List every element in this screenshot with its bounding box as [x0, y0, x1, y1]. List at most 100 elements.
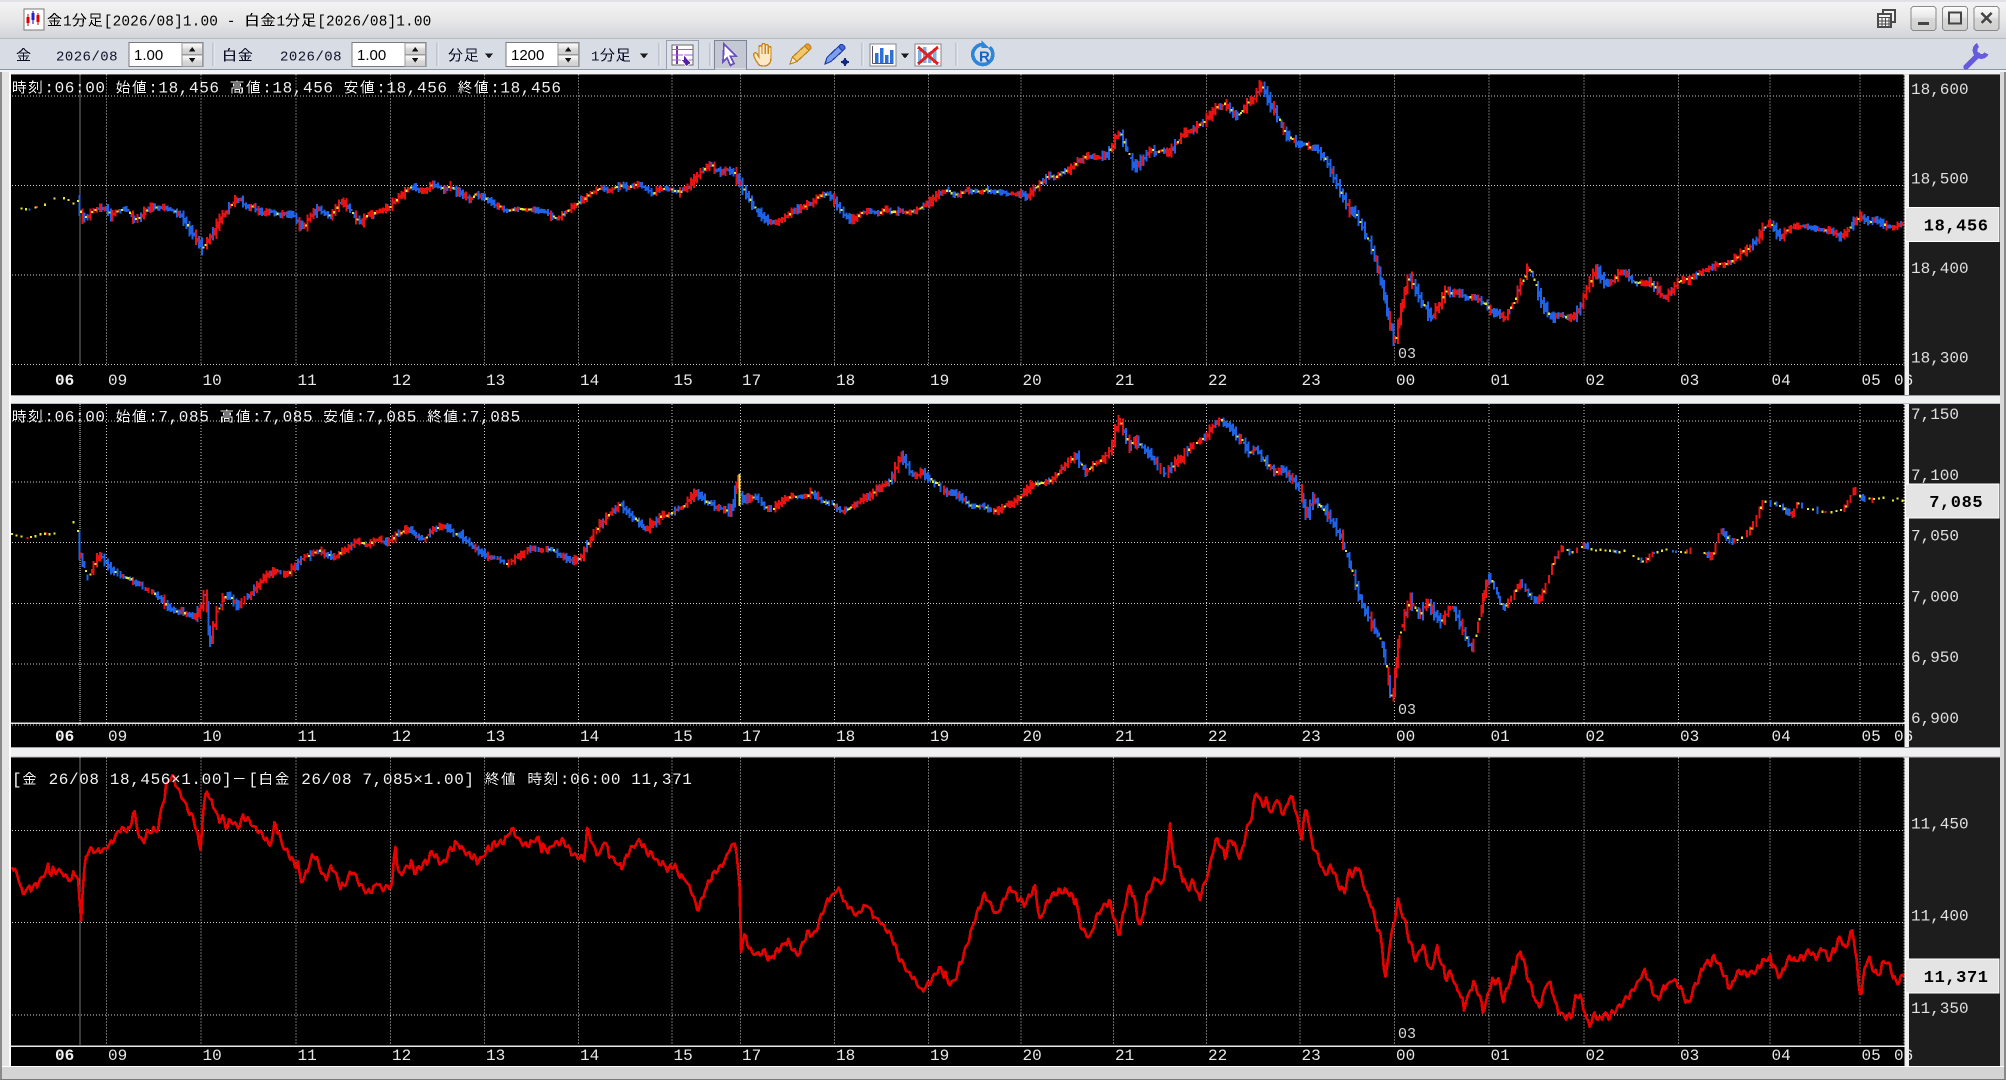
svg-text::18,456: :18,456 — [262, 80, 344, 98]
svg-text:7,085: 7,085 — [1929, 494, 1983, 513]
svg-text:19: 19 — [930, 728, 949, 746]
svg-text:6,950: 6,950 — [1911, 649, 1959, 667]
svg-text:1.00: 1.00 — [357, 47, 386, 64]
svg-text:01: 01 — [1491, 1047, 1510, 1065]
svg-text:7,100: 7,100 — [1911, 467, 1959, 485]
svg-text:05: 05 — [1862, 728, 1881, 746]
svg-text:06: 06 — [55, 1047, 74, 1065]
svg-text:23: 23 — [1302, 372, 1321, 390]
svg-text:[2026/08]1.00: [2026/08]1.00 — [317, 15, 431, 31]
svg-text:02: 02 — [1586, 372, 1605, 390]
svg-text:6,900: 6,900 — [1911, 710, 1959, 728]
svg-text:17: 17 — [742, 1047, 761, 1065]
svg-text:06: 06 — [1894, 728, 1913, 746]
svg-text:18,400: 18,400 — [1911, 260, 1969, 278]
svg-text:18: 18 — [836, 1047, 855, 1065]
svg-text:03: 03 — [1398, 346, 1416, 363]
svg-text:11,350: 11,350 — [1911, 1000, 1969, 1018]
svg-text:12: 12 — [392, 1047, 411, 1065]
svg-text:18,600: 18,600 — [1911, 81, 1969, 99]
svg-text:22: 22 — [1208, 728, 1227, 746]
svg-text:1: 1 — [277, 15, 286, 31]
svg-text:[2026/08]1.00 -: [2026/08]1.00 - — [104, 15, 245, 31]
svg-text:1: 1 — [63, 15, 72, 31]
svg-text:7,000: 7,000 — [1911, 588, 1959, 606]
svg-text:19: 19 — [930, 1047, 949, 1065]
svg-text:11: 11 — [298, 372, 317, 390]
svg-text:03: 03 — [1680, 372, 1699, 390]
svg-text:03: 03 — [1398, 702, 1416, 719]
svg-text:20: 20 — [1023, 372, 1042, 390]
svg-text::7,085: :7,085 — [148, 409, 219, 427]
svg-text:17: 17 — [742, 728, 761, 746]
svg-text::06:00: :06:00 — [44, 409, 115, 427]
svg-text:[: [ — [248, 771, 258, 789]
svg-text:11: 11 — [298, 1047, 317, 1065]
svg-text:13: 13 — [486, 372, 505, 390]
svg-text:14: 14 — [580, 1047, 599, 1065]
svg-text:10: 10 — [203, 1047, 222, 1065]
svg-text:18: 18 — [836, 372, 855, 390]
svg-text:13: 13 — [486, 1047, 505, 1065]
svg-text:1: 1 — [591, 50, 600, 66]
svg-text:12: 12 — [392, 728, 411, 746]
svg-text:18,300: 18,300 — [1911, 350, 1969, 368]
svg-text:14: 14 — [580, 728, 599, 746]
svg-text::7,085: :7,085 — [460, 409, 521, 427]
svg-text:12: 12 — [392, 372, 411, 390]
svg-text:03: 03 — [1680, 728, 1699, 746]
svg-text:06: 06 — [1894, 1047, 1913, 1065]
svg-text:13: 13 — [486, 728, 505, 746]
svg-text:09: 09 — [108, 372, 127, 390]
svg-text:22: 22 — [1208, 372, 1227, 390]
svg-text:01: 01 — [1491, 372, 1510, 390]
svg-text:04: 04 — [1772, 1047, 1791, 1065]
svg-text::18,456: :18,456 — [490, 80, 561, 98]
svg-text:20: 20 — [1023, 728, 1042, 746]
svg-text:09: 09 — [108, 728, 127, 746]
svg-text:03: 03 — [1398, 1026, 1416, 1043]
svg-text:11: 11 — [298, 728, 317, 746]
svg-text:18,456: 18,456 — [1924, 217, 1989, 236]
svg-text::06:00 11,371: :06:00 11,371 — [560, 771, 693, 789]
svg-text::06:00: :06:00 — [44, 80, 115, 98]
svg-text:01: 01 — [1491, 728, 1510, 746]
svg-text:14: 14 — [580, 372, 599, 390]
svg-text:05: 05 — [1862, 372, 1881, 390]
svg-text::7,085: :7,085 — [356, 409, 427, 427]
svg-text:15: 15 — [674, 1047, 693, 1065]
svg-text:R: R — [979, 49, 990, 66]
svg-text:06: 06 — [55, 372, 74, 390]
svg-text:10: 10 — [203, 728, 222, 746]
svg-text:06: 06 — [1894, 372, 1913, 390]
svg-text:19: 19 — [930, 372, 949, 390]
svg-text:2026/08: 2026/08 — [280, 50, 342, 66]
svg-text:22: 22 — [1208, 1047, 1227, 1065]
svg-text:18: 18 — [836, 728, 855, 746]
svg-text:02: 02 — [1586, 728, 1605, 746]
svg-text:21: 21 — [1115, 1047, 1134, 1065]
svg-text:15: 15 — [674, 372, 693, 390]
svg-text:05: 05 — [1862, 1047, 1881, 1065]
svg-text:04: 04 — [1772, 728, 1791, 746]
svg-text:00: 00 — [1396, 372, 1415, 390]
svg-text:26/08 18,456×1.00]: 26/08 18,456×1.00] — [38, 771, 232, 789]
svg-text:10: 10 — [203, 372, 222, 390]
svg-text::7,085: :7,085 — [252, 409, 323, 427]
svg-text:15: 15 — [674, 728, 693, 746]
svg-text::18,456: :18,456 — [376, 80, 458, 98]
svg-text:11,371: 11,371 — [1924, 969, 1989, 988]
svg-text:00: 00 — [1396, 1047, 1415, 1065]
svg-text:11,400: 11,400 — [1911, 908, 1969, 926]
svg-text:7,150: 7,150 — [1911, 406, 1959, 424]
svg-text:02: 02 — [1586, 1047, 1605, 1065]
svg-text:21: 21 — [1115, 728, 1134, 746]
svg-text:2026/08: 2026/08 — [56, 50, 118, 66]
svg-text:23: 23 — [1302, 728, 1321, 746]
svg-text:[: [ — [12, 771, 22, 789]
svg-text:04: 04 — [1772, 372, 1791, 390]
svg-text:09: 09 — [108, 1047, 127, 1065]
svg-text::18,456: :18,456 — [148, 80, 230, 98]
svg-text:11,450: 11,450 — [1911, 816, 1969, 834]
svg-text:23: 23 — [1302, 1047, 1321, 1065]
